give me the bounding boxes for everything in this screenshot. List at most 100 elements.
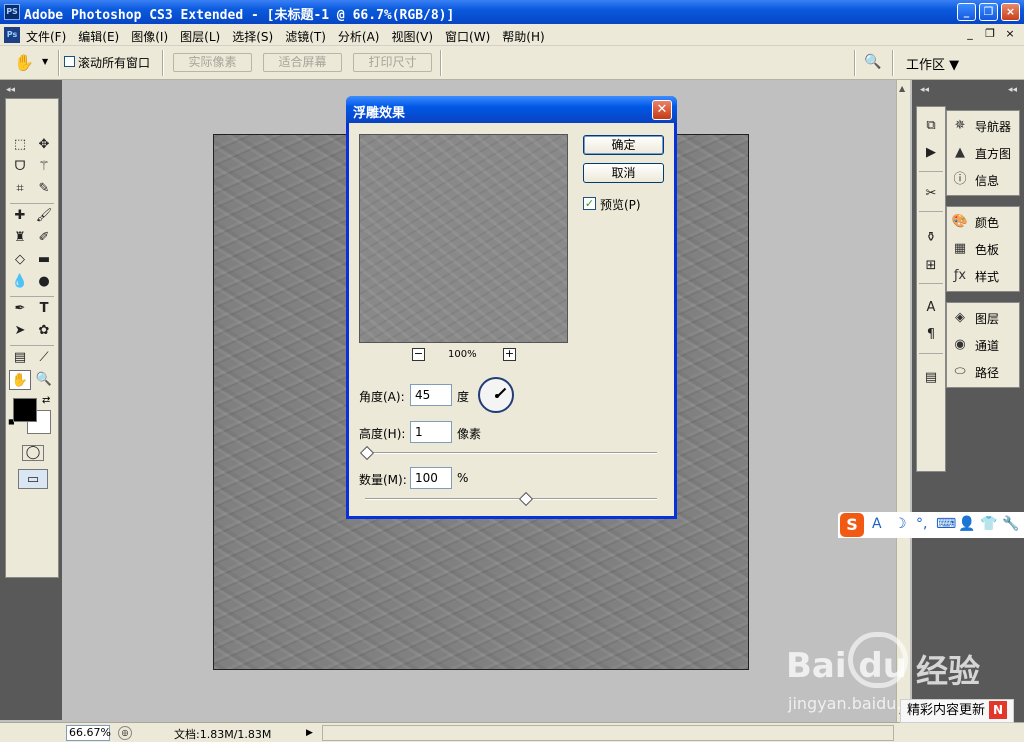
- panel-paths[interactable]: ⬭ 路径: [947, 359, 1019, 385]
- dodge-tool-icon[interactable]: ●: [33, 272, 55, 292]
- tool-preset-arrow-icon[interactable]: ▼: [42, 57, 48, 66]
- ime-logo[interactable]: S: [840, 513, 864, 537]
- panel-info[interactable]: ⓘ 信息: [947, 167, 1019, 193]
- dialog-title-bar[interactable]: 浮雕效果 ✕: [346, 96, 677, 123]
- restore-button[interactable]: ❐: [979, 3, 998, 21]
- ime-user-icon[interactable]: 👤: [958, 516, 975, 532]
- zoom-tool-icon[interactable]: 🔍: [33, 370, 55, 390]
- hand-tool-icon[interactable]: ✋: [9, 370, 31, 390]
- status-menu-arrow-icon[interactable]: ▶: [306, 725, 318, 741]
- marquee-tool-icon[interactable]: ⬚: [9, 135, 31, 155]
- workspace-menu[interactable]: 工作区 ▼: [906, 54, 959, 73]
- doc-minimize-button[interactable]: _: [962, 27, 978, 41]
- ime-keyboard-icon[interactable]: ⌨: [936, 516, 956, 532]
- history-panel-icon[interactable]: ⧉: [920, 115, 942, 137]
- ime-punctuation-icon[interactable]: °,: [916, 516, 927, 532]
- foreground-color-swatch[interactable]: [13, 398, 37, 422]
- paragraph-panel-icon[interactable]: ¶: [920, 324, 942, 346]
- menu-filter[interactable]: 滤镜(T): [285, 28, 326, 45]
- history-brush-tool-icon[interactable]: ✐: [33, 228, 55, 248]
- ime-tools-icon[interactable]: 🔧: [1002, 516, 1019, 532]
- gradient-tool-icon[interactable]: ▬: [33, 250, 55, 270]
- scroll-all-windows-checkbox[interactable]: [64, 56, 75, 67]
- notes-tool-icon[interactable]: ▤: [9, 348, 31, 368]
- screen-mode-icon[interactable]: ▭: [18, 469, 48, 489]
- menu-select[interactable]: 选择(S): [232, 28, 273, 45]
- document-icon[interactable]: Ps: [4, 27, 20, 43]
- tool-presets-icon[interactable]: ✂: [920, 183, 942, 205]
- menu-layer[interactable]: 图层(L): [180, 28, 220, 45]
- lasso-tool-icon[interactable]: ᗜ: [9, 157, 31, 177]
- actions-panel-icon[interactable]: ▶: [920, 142, 942, 164]
- pen-tool-icon[interactable]: ✒: [9, 299, 31, 319]
- panel-navigator[interactable]: ✵ 导航器: [947, 113, 1019, 139]
- amount-input[interactable]: 100: [410, 467, 452, 489]
- menu-view[interactable]: 视图(V): [391, 28, 433, 45]
- clone-source-icon[interactable]: ⊞: [920, 255, 942, 277]
- ok-button[interactable]: 确定: [583, 135, 664, 155]
- type-tool-icon[interactable]: T: [33, 299, 55, 319]
- panel-channels[interactable]: ◉ 通道: [947, 332, 1019, 358]
- layer-comps-icon[interactable]: ▤: [920, 367, 942, 389]
- eraser-tool-icon[interactable]: ◇: [9, 250, 31, 270]
- zoom-in-button[interactable]: +: [503, 348, 516, 361]
- horizontal-scrollbar[interactable]: [322, 725, 894, 741]
- brush-tool-icon[interactable]: 🖌: [33, 206, 55, 226]
- panel-swatches[interactable]: ▦ 色板: [947, 236, 1019, 262]
- zoom-out-button[interactable]: −: [412, 348, 425, 361]
- cancel-button[interactable]: 取消: [583, 163, 664, 183]
- print-size-button[interactable]: 打印尺寸: [353, 53, 432, 72]
- custom-shape-tool-icon[interactable]: ✿: [33, 321, 55, 341]
- scroll-up-icon[interactable]: ▲: [899, 84, 905, 93]
- menu-window[interactable]: 窗口(W): [445, 28, 490, 45]
- ime-moon-icon[interactable]: ☽: [894, 516, 907, 532]
- menu-help[interactable]: 帮助(H): [502, 28, 544, 45]
- panel-layers[interactable]: ◈ 图层: [947, 305, 1019, 331]
- angle-input[interactable]: 45: [410, 384, 452, 406]
- panel-styles[interactable]: ƒx 样式: [947, 263, 1019, 289]
- slice-tool-icon[interactable]: ✎: [33, 179, 55, 199]
- swap-colors-icon[interactable]: ⇄: [42, 395, 50, 406]
- ime-language-icon[interactable]: A: [872, 516, 882, 532]
- amount-slider[interactable]: [365, 498, 657, 500]
- zoom-level-field[interactable]: 66.67%: [66, 725, 111, 741]
- fit-screen-button[interactable]: 适合屏幕: [263, 53, 342, 72]
- amount-slider-thumb[interactable]: [518, 491, 533, 507]
- content-update-badge[interactable]: 精彩内容更新 N: [900, 699, 1015, 723]
- height-slider[interactable]: [365, 452, 657, 454]
- clone-stamp-tool-icon[interactable]: ♜: [9, 228, 31, 248]
- angle-dial[interactable]: [478, 377, 514, 413]
- brushes-panel-icon[interactable]: ⚱: [920, 227, 942, 249]
- collapse-icon[interactable]: ◂◂: [920, 85, 929, 95]
- collapse-icon[interactable]: ◂◂: [6, 85, 15, 95]
- status-info-icon[interactable]: ◎: [118, 726, 132, 740]
- menu-analysis[interactable]: 分析(A): [338, 28, 380, 45]
- character-panel-icon[interactable]: A: [920, 297, 942, 319]
- panel-color[interactable]: 🎨 颜色: [947, 209, 1019, 235]
- magic-wand-tool-icon[interactable]: ⚚: [33, 157, 55, 177]
- path-selection-tool-icon[interactable]: ➤: [9, 321, 31, 341]
- blur-tool-icon[interactable]: 💧: [9, 272, 31, 292]
- minimize-button[interactable]: _: [957, 3, 976, 21]
- eyedropper-tool-icon[interactable]: ⟋: [33, 348, 55, 368]
- height-input[interactable]: 1: [410, 421, 452, 443]
- filter-preview[interactable]: [359, 134, 568, 343]
- menu-image[interactable]: 图像(I): [131, 28, 168, 45]
- doc-close-button[interactable]: ×: [1002, 27, 1018, 41]
- panel-histogram[interactable]: ▲ 直方图: [947, 140, 1019, 166]
- menu-file[interactable]: 文件(F): [26, 28, 66, 45]
- height-slider-thumb[interactable]: [359, 445, 375, 461]
- preview-checkbox[interactable]: ✓: [583, 197, 596, 210]
- collapse-icon[interactable]: ◂◂: [1008, 85, 1017, 95]
- hand-icon[interactable]: ✋: [14, 53, 34, 72]
- ime-skin-icon[interactable]: 👕: [980, 516, 997, 532]
- healing-brush-tool-icon[interactable]: ✚: [9, 206, 31, 226]
- dialog-close-button[interactable]: ✕: [652, 100, 672, 120]
- menu-edit[interactable]: 编辑(E): [78, 28, 119, 45]
- actual-pixels-button[interactable]: 实际像素: [173, 53, 252, 72]
- close-button[interactable]: ×: [1001, 3, 1020, 21]
- move-tool-icon[interactable]: ✥: [33, 135, 55, 155]
- crop-tool-icon[interactable]: ⌗: [9, 179, 31, 199]
- vertical-scrollbar[interactable]: ▲ ▼: [896, 80, 910, 724]
- bridge-icon[interactable]: 🔍: [864, 54, 886, 72]
